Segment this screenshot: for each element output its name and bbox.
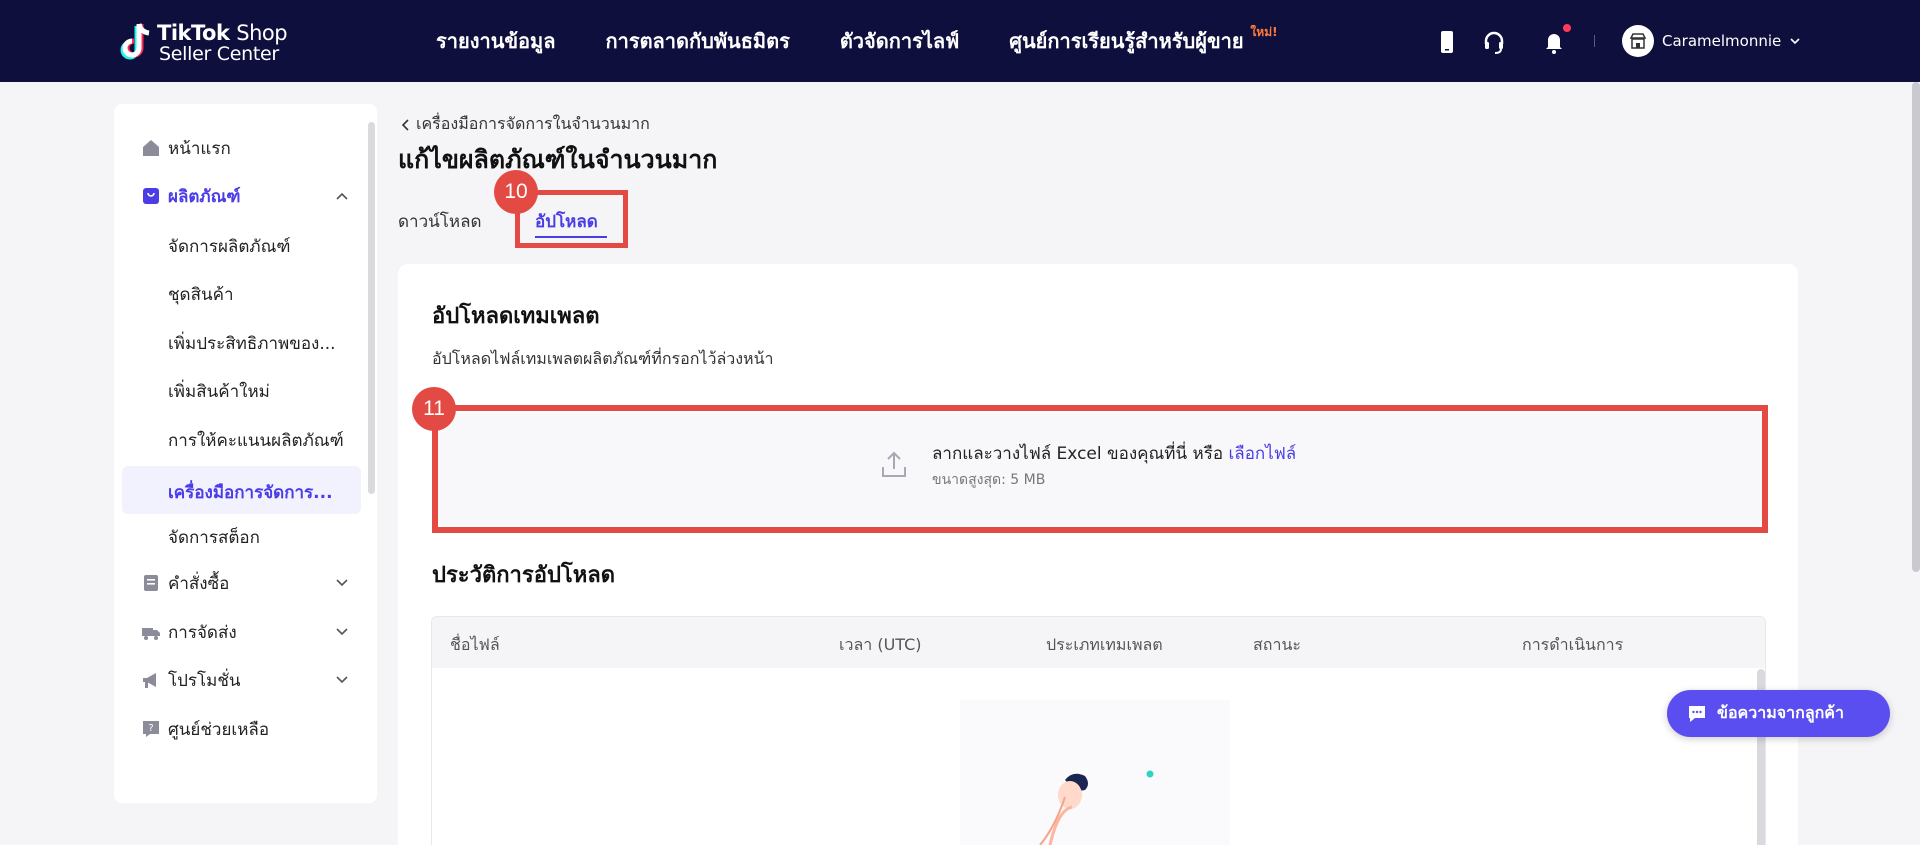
- top-navigation-bar: TikTok Shop Seller Center รายงานข้อมูล ก…: [0, 0, 1920, 82]
- upload-history-title: ประวัติการอัปโหลด: [432, 563, 615, 588]
- sidebar-subitem-label: เพิ่มประสิทธิภาพของ...: [168, 334, 336, 354]
- sidebar-scrollbar[interactable]: [368, 122, 375, 494]
- chevron-up-icon: [336, 192, 348, 200]
- sidebar-item-label: การจัดส่ง: [168, 622, 237, 643]
- sidebar-subitem-label: เพิ่มสินค้าใหม่: [168, 382, 270, 402]
- sidebar-item-products[interactable]: ผลิตภัณฑ์: [122, 172, 361, 220]
- logo-brand-text: TikTok Shop: [157, 21, 288, 45]
- orders-icon: [144, 575, 158, 591]
- chevron-down-icon: [336, 676, 348, 684]
- sidebar-subitem-label: การให้คะแนนผลิตภัณฑ์: [168, 431, 344, 451]
- upload-template-title: อัปโหลดเทมเพลต: [432, 304, 600, 329]
- breadcrumb[interactable]: เครื่องมือการจัดการในจำนวนมาก: [400, 112, 650, 137]
- sidebar-subitem-bundles[interactable]: ชุดสินค้า: [122, 268, 361, 316]
- step-badge-10: 10: [494, 170, 538, 214]
- highlight-box-dropzone: [432, 405, 1768, 533]
- sidebar-item-label: ผลิตภัณฑ์: [168, 186, 241, 207]
- headset-icon[interactable]: [1482, 29, 1506, 55]
- chat-icon: [1689, 705, 1705, 722]
- sidebar: หน้าแรก ผลิตภัณฑ์ จัดการผลิตภัณฑ์ ชุดสิน…: [114, 104, 377, 803]
- sidebar-subitem-add-new-product[interactable]: เพิ่มสินค้าใหม่: [122, 365, 361, 413]
- table-header: ชื่อไฟล์ เวลา (UTC) ประเภทเทมเพลต สถานะ …: [432, 617, 1765, 668]
- page-title: แก้ไขผลิตภัณฑ์ในจำนวนมาก: [398, 145, 718, 174]
- chevron-left-icon: [401, 118, 409, 131]
- tiktok-shop-logo[interactable]: TikTok Shop Seller Center: [117, 20, 292, 65]
- nav-affiliate-marketing[interactable]: การตลาดกับพันธมิตร: [605, 25, 789, 57]
- column-header-template-type: ประเภทเทมเพลต: [1046, 635, 1163, 654]
- store-icon: [1629, 33, 1647, 49]
- nav-seller-university-label: ศูนย์การเรียนรู้สำหรับผู้ขาย: [1009, 29, 1244, 53]
- main-nav: รายงานข้อมูล การตลาดกับพันธมิตร ตัวจัดกา…: [436, 25, 1278, 57]
- svg-text:?: ?: [148, 723, 153, 734]
- chevron-down-icon: [1790, 38, 1800, 45]
- sidebar-item-orders[interactable]: คำสั่งซื้อ: [122, 559, 361, 607]
- sidebar-subitem-manage-products[interactable]: จัดการผลิตภัณฑ์: [122, 220, 361, 268]
- step-badge-11: 11: [412, 387, 456, 431]
- bell-icon[interactable]: [1542, 29, 1566, 55]
- sidebar-subitem-product-ratings[interactable]: การให้คะแนนผลิตภัณฑ์: [122, 414, 361, 462]
- tiktok-logo-icon: [120, 23, 150, 60]
- sidebar-subitem-label: ชุดสินค้า: [168, 285, 234, 305]
- help-icon: ?: [143, 721, 159, 737]
- breadcrumb-label: เครื่องมือการจัดการในจำนวนมาก: [416, 114, 650, 133]
- page-scrollbar[interactable]: [1912, 82, 1920, 572]
- sidebar-item-help-center[interactable]: ? ศูนย์ช่วยเหลือ: [122, 705, 361, 753]
- sidebar-item-home[interactable]: หน้าแรก: [122, 124, 361, 172]
- sidebar-subitem-bulk-tools[interactable]: เครื่องมือการจัดการ...: [122, 466, 361, 514]
- account-name: Caramelmonnie: [1662, 32, 1782, 50]
- sidebar-subitem-label: เครื่องมือการจัดการ...: [168, 483, 333, 503]
- sidebar-subitem-label: จัดการผลิตภัณฑ์: [168, 237, 291, 257]
- new-badge: ใหม่!: [1250, 25, 1278, 39]
- column-header-file-name: ชื่อไฟล์: [450, 635, 500, 654]
- nav-seller-university[interactable]: ศูนย์การเรียนรู้สำหรับผู้ขาย ใหม่!: [1009, 25, 1277, 57]
- sidebar-item-label: โปรโมชั่น: [168, 670, 241, 691]
- chevron-down-icon: [336, 579, 348, 587]
- logo-subtitle: Seller Center: [159, 43, 279, 65]
- person-illustration: [1039, 770, 1154, 845]
- store-avatar: [1622, 25, 1654, 57]
- home-icon: [143, 140, 159, 156]
- tab-download[interactable]: ดาวน์โหลด: [398, 208, 482, 235]
- column-header-actions: การดำเนินการ: [1522, 635, 1624, 654]
- sidebar-subitem-optimize[interactable]: เพิ่มประสิทธิภาพของ...: [122, 317, 361, 365]
- account-menu[interactable]: Caramelmonnie: [1622, 25, 1801, 57]
- sidebar-item-shipping[interactable]: การจัดส่ง: [122, 608, 361, 656]
- megaphone-icon: [143, 673, 156, 688]
- sidebar-item-label: คำสั่งซื้อ: [168, 573, 230, 594]
- sidebar-item-promotions[interactable]: โปรโมชั่น: [122, 656, 361, 704]
- column-header-status: สถานะ: [1253, 635, 1301, 654]
- sidebar-subitem-label: จัดการสต็อก: [168, 528, 260, 548]
- shopping-bag-icon: [143, 188, 159, 204]
- nav-live-manager[interactable]: ตัวจัดการไลฟ์: [840, 25, 959, 57]
- sidebar-subitem-manage-stock[interactable]: จัดการสต็อก: [122, 511, 361, 559]
- chat-button-label: ข้อความจากลูกค้า: [1717, 703, 1844, 722]
- sidebar-item-label: ศูนย์ช่วยเหลือ: [168, 719, 270, 740]
- customer-messages-button[interactable]: ข้อความจากลูกค้า: [1667, 690, 1890, 737]
- notification-dot: [1563, 24, 1571, 32]
- divider: [1594, 35, 1595, 47]
- upload-template-description: อัปโหลดไฟล์เทมเพลตผลิตภัณฑ์ที่กรอกไว้ล่ว…: [432, 349, 774, 368]
- truck-icon: [142, 628, 160, 640]
- empty-state-illustration: [960, 700, 1230, 845]
- nav-data-report[interactable]: รายงานข้อมูล: [436, 25, 555, 57]
- column-header-time: เวลา (UTC): [839, 635, 922, 654]
- sidebar-item-label: หน้าแรก: [168, 138, 231, 159]
- phone-icon[interactable]: [1435, 29, 1459, 55]
- chevron-down-icon: [336, 628, 348, 636]
